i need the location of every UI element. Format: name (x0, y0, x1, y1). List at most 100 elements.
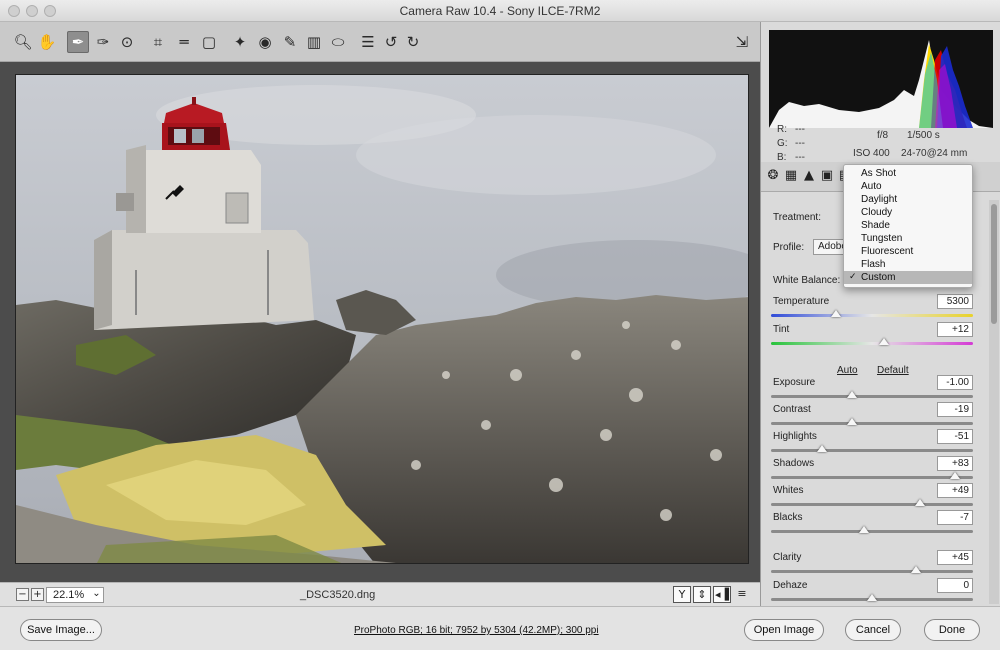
wb-option-label: Shade (861, 220, 890, 231)
default-tone-link[interactable]: Default (877, 365, 909, 376)
slider-label: Clarity (773, 552, 802, 563)
slider-value-field[interactable]: -7 (937, 510, 973, 525)
wb-option-shade[interactable]: Shade (844, 219, 972, 232)
adjustments-panel: R: --- G: --- B: --- f/8 1/500 s ISO 400… (760, 22, 1000, 606)
rgb-g-value: --- (795, 138, 805, 149)
profile-label: Profile: (773, 242, 805, 253)
copy-settings-button[interactable]: ◂▐ (713, 586, 731, 603)
slider-label: Shadows (773, 458, 815, 469)
slider-label: Tint (773, 324, 790, 335)
histogram-graph (769, 40, 993, 128)
slider-track[interactable] (771, 503, 973, 506)
wb-option-fluorescent[interactable]: Fluorescent (844, 245, 972, 258)
slider-track[interactable] (771, 449, 973, 452)
detail-tab-icon[interactable]: ▲ (801, 168, 817, 184)
slider-track[interactable] (771, 570, 973, 573)
aperture: f/8 (877, 130, 889, 141)
slider-thumb[interactable] (846, 391, 857, 398)
image-preview-area (0, 62, 760, 582)
hsl-tab-icon[interactable]: ▣ (819, 168, 835, 184)
slider-thumb[interactable] (830, 310, 841, 317)
chevron-down-icon[interactable]: ⌄ (90, 588, 103, 601)
wb-option-label: Custom (861, 272, 896, 283)
wb-option-flash[interactable]: Flash (844, 258, 972, 271)
slider-thumb[interactable] (879, 338, 890, 345)
wb-option-cloudy[interactable]: Cloudy (844, 206, 972, 219)
slider-value-field[interactable]: +12 (937, 322, 973, 337)
before-after-view-button[interactable]: Y (673, 586, 691, 603)
slider-label: Whites (773, 485, 804, 496)
graduated-filter-icon[interactable]: ▥ (303, 31, 325, 53)
slider-value-field[interactable]: +49 (937, 483, 973, 498)
slider-value-field[interactable]: 0 (937, 578, 973, 593)
open-image-button[interactable]: Open Image (744, 619, 824, 641)
radial-filter-icon[interactable]: ⬭ (327, 31, 349, 53)
slider-thumb[interactable] (846, 418, 857, 425)
photo-preview[interactable] (15, 74, 749, 564)
transform-tool-icon[interactable]: ▢ (198, 31, 220, 53)
slider-thumb[interactable] (858, 526, 869, 533)
checkmark-icon: ✓ (849, 272, 857, 282)
targeted-adjustment-icon[interactable]: ⊙ (116, 31, 138, 53)
slider-value-field[interactable]: -51 (937, 429, 973, 444)
wb-option-tungsten[interactable]: Tungsten (844, 232, 972, 245)
rotate-cw-icon[interactable]: ↻ (402, 31, 424, 53)
color-sampler-icon[interactable]: ✑ (92, 31, 114, 53)
zoom-tool-icon[interactable]: 🔍︎ (12, 31, 34, 53)
slider-thumb[interactable] (949, 472, 960, 479)
wb-option-daylight[interactable]: Daylight (844, 193, 972, 206)
slider-thumb[interactable] (816, 445, 827, 452)
preferences-icon[interactable]: ☰ (357, 31, 379, 53)
done-button[interactable]: Done (924, 619, 980, 641)
slider-track[interactable] (771, 342, 973, 345)
slider-track[interactable] (771, 530, 973, 533)
wb-option-as-shot[interactable]: As Shot (844, 167, 972, 180)
straighten-tool-icon[interactable]: ═ (173, 31, 195, 53)
slider-track[interactable] (771, 395, 973, 398)
zoom-out-button[interactable]: − (16, 588, 29, 601)
slider-track[interactable] (771, 476, 973, 479)
preview-settings-icon[interactable]: ≡ (733, 586, 751, 603)
wb-option-label: Daylight (861, 194, 898, 205)
slider-label: Contrast (773, 404, 811, 415)
slider-thumb[interactable] (867, 594, 877, 601)
slider-value-field[interactable]: +83 (937, 456, 973, 471)
zoom-in-button[interactable]: + (31, 588, 44, 601)
adjustment-brush-icon[interactable]: ✎ (279, 31, 301, 53)
wb-option-custom[interactable]: ✓ Custom (844, 271, 972, 284)
spot-removal-icon[interactable]: ✦ (229, 31, 251, 53)
basic-tab-icon[interactable]: ❂ (765, 168, 781, 184)
fullscreen-icon[interactable]: ⇲ (731, 31, 753, 53)
workflow-options-link[interactable]: ProPhoto RGB; 16 bit; 7952 by 5304 (42.2… (354, 625, 599, 636)
title-bar: Camera Raw 10.4 - Sony ILCE-7RM2 (0, 0, 1000, 22)
lighthouse-photo (16, 75, 748, 563)
cancel-button[interactable]: Cancel (845, 619, 901, 641)
crop-tool-icon[interactable]: ⌗ (147, 31, 169, 53)
wb-option-auto[interactable]: Auto (844, 180, 972, 193)
slider-value-field[interactable]: +45 (937, 550, 973, 565)
slider-value-field[interactable]: -1.00 (937, 375, 973, 390)
slider-thumb[interactable] (915, 499, 926, 506)
wb-option-label: Auto (861, 181, 882, 192)
slider-track[interactable] (771, 422, 973, 425)
rgb-r-label: R: (777, 124, 787, 135)
rgb-g-label: G: (777, 138, 788, 149)
slider-thumb[interactable] (911, 566, 922, 573)
swap-settings-button[interactable]: ⇕ (693, 586, 711, 603)
rotate-ccw-icon[interactable]: ↺ (380, 31, 402, 53)
panel-scroll-thumb[interactable] (991, 204, 997, 324)
wb-option-label: Flash (861, 259, 886, 270)
preview-status-bar: − + 22.1% ⌄ _DSC3520.dng Y ⇕ ◂▐ ≡ (0, 582, 760, 606)
tone-curve-tab-icon[interactable]: ▦ (783, 168, 799, 184)
red-eye-icon[interactable]: ◉ (254, 31, 276, 53)
slider-track[interactable] (771, 314, 973, 317)
slider-value-field[interactable]: 5300 (937, 294, 973, 309)
wb-option-label: Fluorescent (861, 246, 914, 257)
wb-option-label: As Shot (861, 168, 897, 179)
hand-tool-icon[interactable]: ✋ (36, 31, 58, 53)
window-title: Camera Raw 10.4 - Sony ILCE-7RM2 (399, 4, 601, 18)
auto-tone-link[interactable]: Auto (837, 365, 858, 376)
save-image-button[interactable]: Save Image... (20, 619, 102, 641)
slider-value-field[interactable]: -19 (937, 402, 973, 417)
white-balance-tool-icon[interactable]: ✒ (67, 31, 89, 53)
